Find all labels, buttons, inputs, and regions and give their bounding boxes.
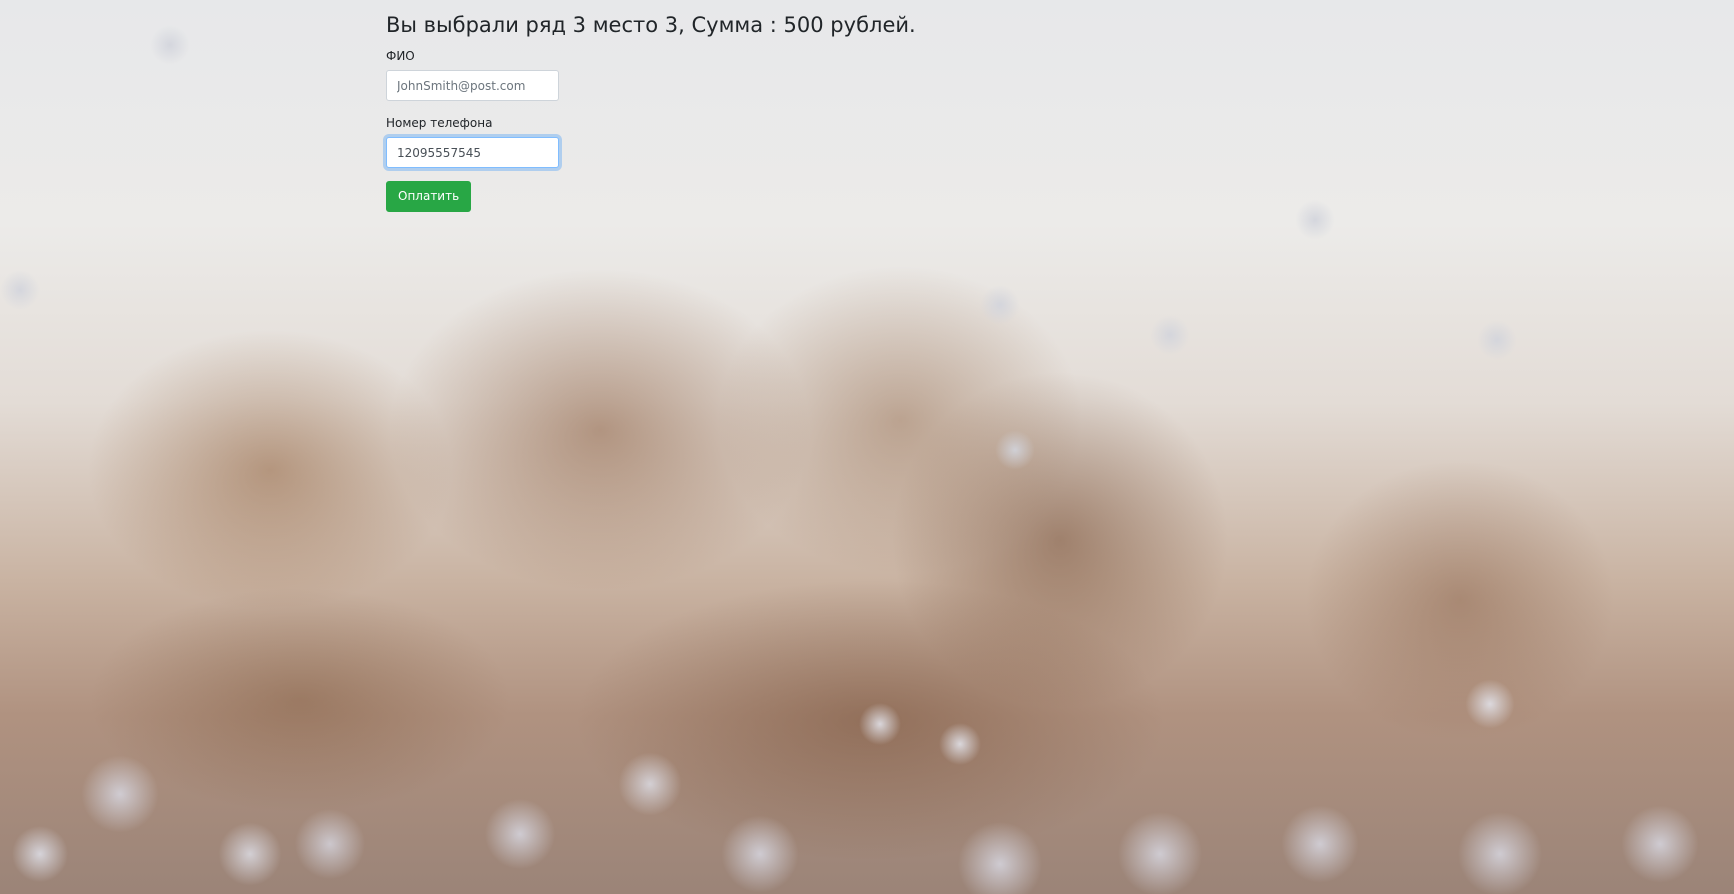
snowflake	[1295, 200, 1335, 240]
pay-button[interactable]: Оплатить	[386, 181, 472, 212]
fio-input[interactable]	[386, 70, 559, 101]
phone-label: Номер телефона	[386, 116, 493, 130]
snowflake	[1477, 320, 1517, 360]
snowflake	[0, 270, 40, 310]
frost-crystals	[0, 654, 1734, 894]
snowflake	[150, 25, 190, 65]
phone-input[interactable]	[386, 137, 559, 168]
snowflake	[1150, 315, 1190, 355]
payment-form-container: Вы выбрали ряд 3 место 3, Сумма : 500 ру…	[386, 10, 1086, 212]
fio-group: ФИО	[386, 48, 1086, 101]
snowflake	[995, 430, 1035, 470]
snowflake	[980, 285, 1020, 325]
phone-group: Номер телефона	[386, 115, 1086, 168]
page-title: Вы выбрали ряд 3 место 3, Сумма : 500 ру…	[386, 13, 916, 37]
fio-label: ФИО	[386, 49, 415, 63]
